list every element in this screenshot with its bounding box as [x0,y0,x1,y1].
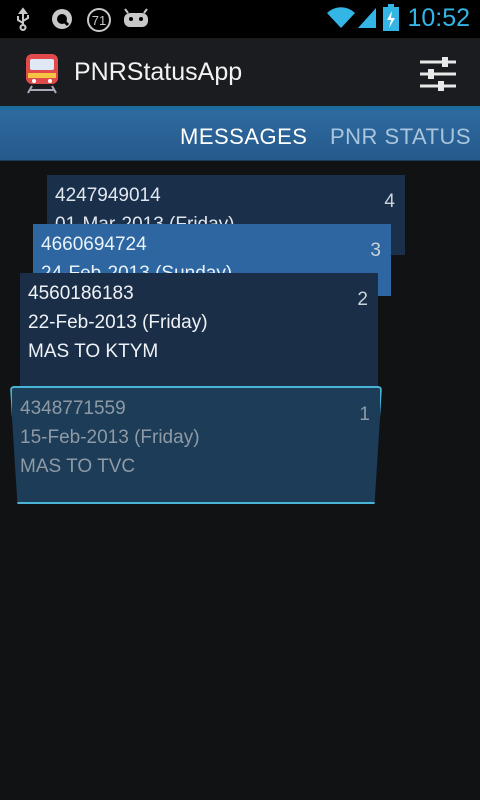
signal-icon [356,6,378,35]
journey-route: MAS TO TVC [20,456,136,477]
status-bar: 71 10:52 [0,0,480,38]
card-index: 2 [357,289,368,310]
pnr-number: 4560186183 [28,283,134,304]
app-title: PNRStatusApp [74,58,243,86]
battery-charging-icon [382,4,400,37]
pnr-number: 4348771559 [20,398,126,419]
card-index: 4 [384,191,395,212]
journey-route: MAS TO KTYM [28,341,159,362]
tab-bar: MESSAGES PNR STATUS [0,110,480,161]
action-bar: PNRStatusApp [0,38,480,106]
message-card-selected[interactable]: 4348771559 15-Feb-2013 (Friday) MAS TO T… [10,386,382,504]
settings-sliders-icon[interactable] [418,56,458,97]
journey-date: 22-Feb-2013 (Friday) [28,312,208,333]
clock: 10:52 [407,4,470,32]
card-index: 1 [359,404,370,425]
tab-messages[interactable]: MESSAGES [180,124,307,150]
card-index: 3 [370,240,381,261]
wifi-icon [326,6,356,35]
tab-pnr-status[interactable]: PNR STATUS [330,124,471,150]
usb-icon [12,7,34,36]
sync-icon [50,7,74,36]
notification-count-icon: 71 [86,7,112,38]
notification-badge: 71 [92,13,106,28]
journey-date: 15-Feb-2013 (Friday) [20,427,200,448]
message-card[interactable]: 4560186183 22-Feb-2013 (Friday) MAS TO K… [20,273,378,387]
train-icon[interactable] [22,52,62,99]
pnr-number: 4247949014 [55,185,161,206]
android-icon [122,7,150,34]
pnr-number: 4660694724 [41,234,147,255]
